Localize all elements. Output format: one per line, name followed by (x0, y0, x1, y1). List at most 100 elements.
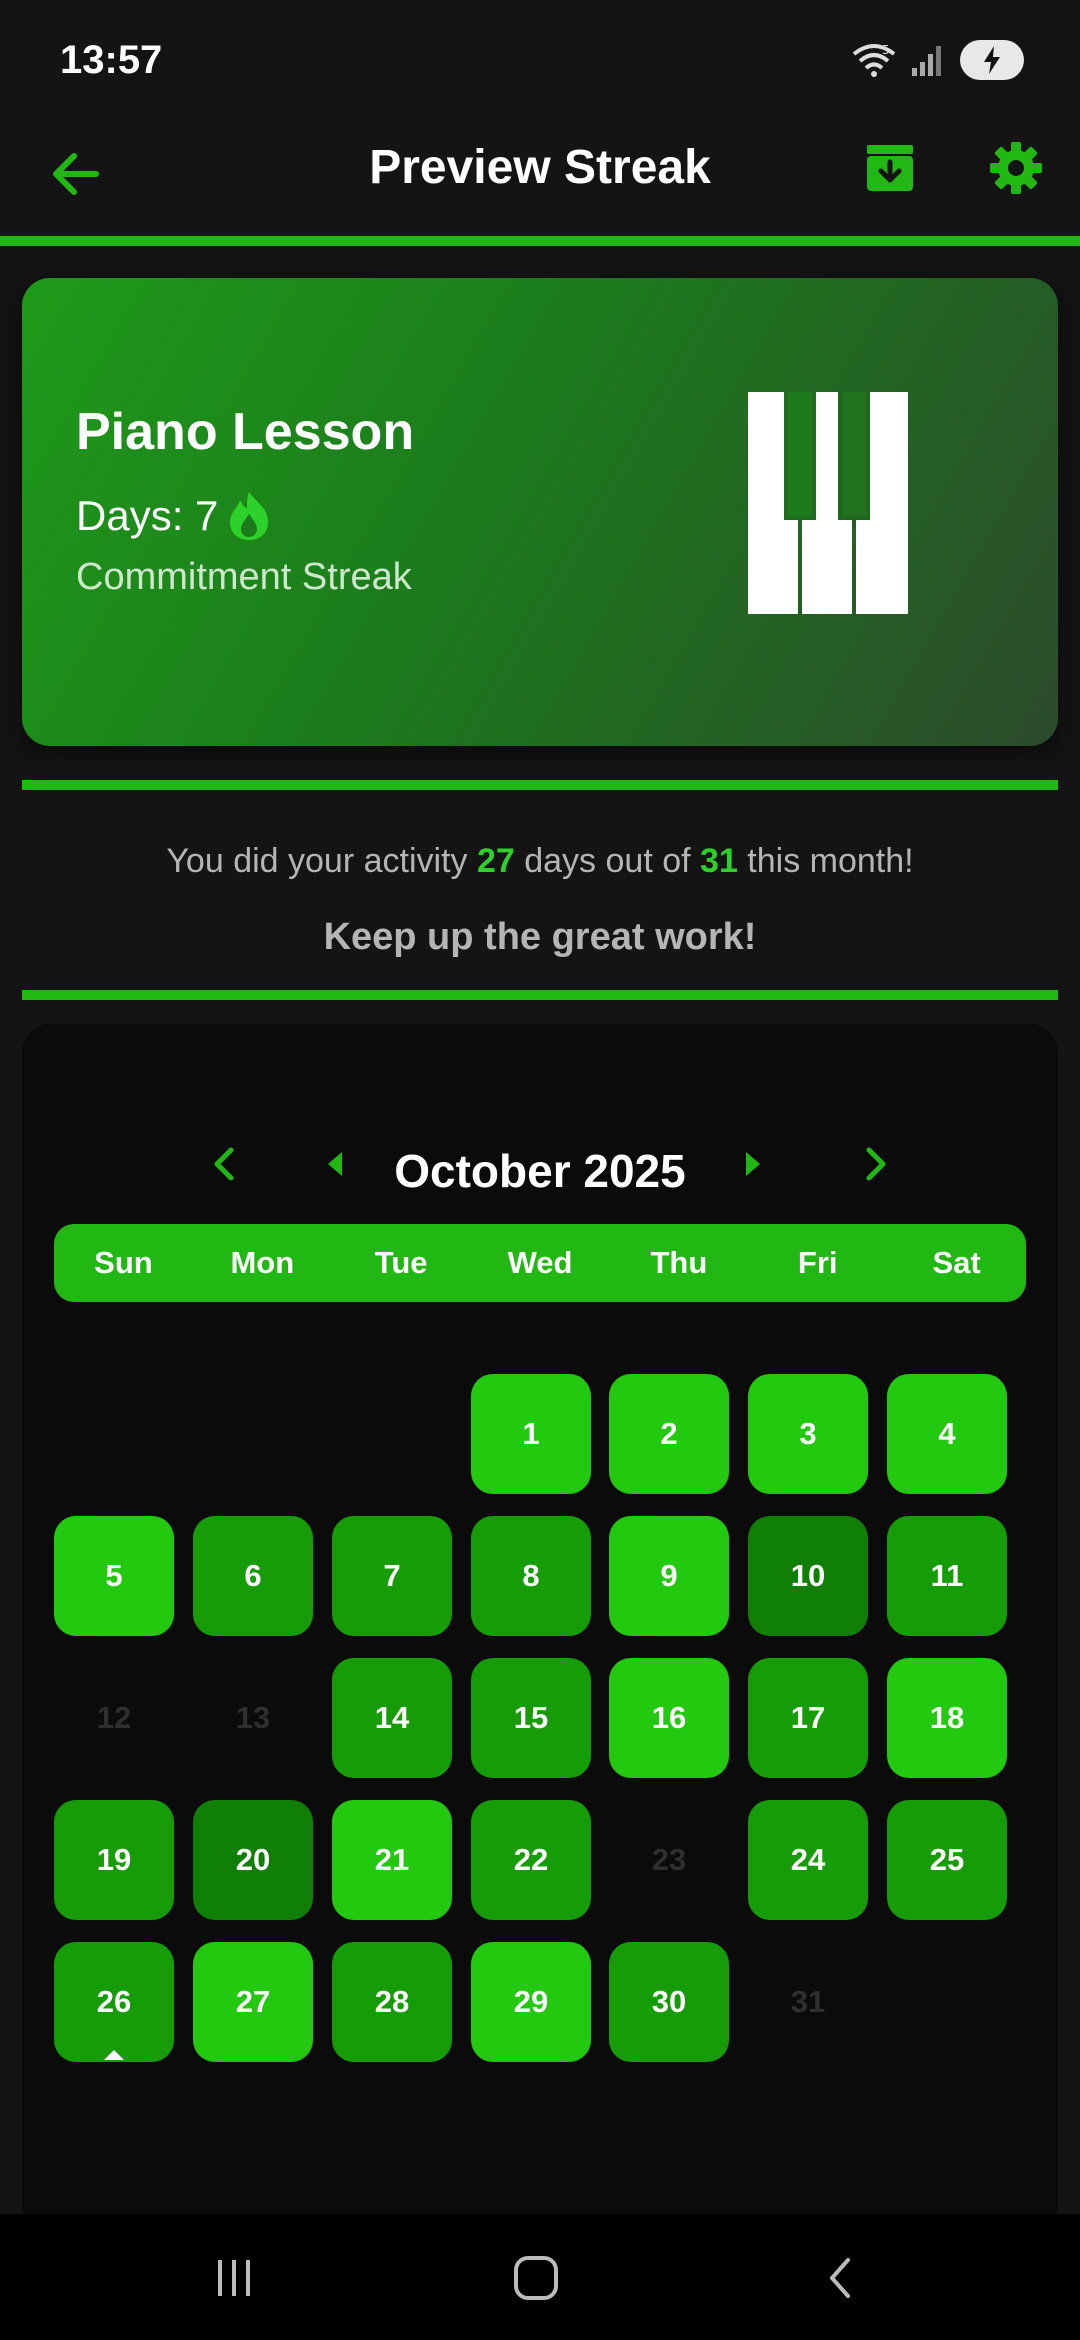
weekday-label: Sat (932, 1245, 981, 1280)
calendar-day-number: 31 (790, 1984, 826, 2019)
calendar-day-number: 18 (929, 1700, 965, 1735)
calendar-day[interactable]: 22 (471, 1800, 591, 1920)
weekday-label: Tue (374, 1245, 428, 1280)
calendar-day-number: 7 (383, 1558, 401, 1593)
calendar-day-number: 3 (799, 1416, 817, 1451)
streak-card[interactable]: Piano Lesson Days: 7 Commitment Streak (22, 278, 1058, 746)
calendar-day-number: 10 (790, 1558, 826, 1593)
calendar-day[interactable]: 13 (193, 1658, 313, 1778)
streak-type: Commitment Streak (76, 556, 412, 598)
app-bar-divider (0, 236, 1080, 246)
calendar-day[interactable]: 10 (748, 1516, 868, 1636)
calendar: October 2025 Sun Mon Tue Wed Thu Fri Sat… (22, 1024, 1058, 2340)
streak-days: Days: 7 (76, 490, 272, 542)
calendar-day[interactable]: 19 (54, 1800, 174, 1920)
calendar-day-number: 5 (105, 1558, 123, 1593)
done-count: 27 (476, 842, 515, 880)
calendar-day-number: 28 (374, 1984, 410, 2019)
calendar-day-number: 4 (938, 1416, 956, 1451)
calendar-day[interactable]: 29 (471, 1942, 591, 2062)
calendar-day[interactable]: 23 (609, 1800, 729, 1920)
calendar-day[interactable]: 30 (609, 1942, 729, 2062)
encouragement-text: Keep up the great work! (323, 916, 757, 958)
status-time: 13:57 (60, 38, 163, 82)
calendar-day[interactable]: 14 (332, 1658, 452, 1778)
chevron-right-icon (866, 1147, 886, 1181)
total-count: 31 (700, 842, 738, 880)
weekday-header: Sun Mon Tue Wed Thu Fri Sat (54, 1224, 1026, 1302)
calendar-day[interactable]: 20 (193, 1800, 313, 1920)
calendar-day[interactable]: 11 (887, 1516, 1007, 1636)
wifi-badge: 5 (882, 43, 890, 57)
calendar-day[interactable]: 7 (332, 1516, 452, 1636)
calendar-day-number: 2 (660, 1416, 678, 1451)
calendar-day[interactable]: 8 (471, 1516, 591, 1636)
next-year-button[interactable] (848, 1136, 904, 1192)
calendar-day-number: 29 (513, 1984, 549, 2019)
calendar-day[interactable]: 27 (193, 1942, 313, 2062)
calendar-day[interactable]: 4 (887, 1374, 1007, 1494)
calendar-day[interactable]: 31 (748, 1942, 868, 2062)
system-back-button[interactable] (800, 2250, 880, 2306)
calendar-day-number: 23 (651, 1842, 687, 1877)
calendar-day[interactable]: 18 (887, 1658, 1007, 1778)
recent-apps-button[interactable] (194, 2250, 274, 2306)
battery-icon (960, 40, 1024, 80)
calendar-day[interactable]: 26 (54, 1942, 174, 2062)
status-bar: 13:57 5 (0, 0, 1080, 120)
month-summary: You did your activity 27 days out of 31 … (0, 842, 1080, 881)
wifi-icon: 5 (852, 43, 896, 77)
weekday-label: Sun (94, 1245, 153, 1280)
calendar-day-number: 22 (513, 1842, 549, 1877)
summary-prefix: You did your activity (166, 842, 477, 880)
calendar-day-number: 1 (522, 1416, 540, 1451)
calendar-day[interactable]: 15 (471, 1658, 591, 1778)
recent-apps-icon (218, 2260, 250, 2296)
weekday-label: Mon (230, 1245, 295, 1280)
calendar-day[interactable]: 12 (54, 1658, 174, 1778)
calendar-day-number: 12 (96, 1700, 132, 1735)
triangle-right-icon (746, 1152, 760, 1176)
calendar-day[interactable]: 24 (748, 1800, 868, 1920)
summary-suffix: this month! (737, 842, 914, 880)
gear-icon (990, 142, 1042, 194)
archive-download-icon (867, 145, 913, 191)
settings-button[interactable] (988, 140, 1048, 200)
calendar-day-number: 6 (244, 1558, 262, 1593)
calendar-day-number: 8 (522, 1558, 540, 1593)
calendar-day-number: 15 (513, 1700, 549, 1735)
calendar-day[interactable]: 17 (748, 1658, 868, 1778)
calendar-nav: October 2025 (22, 1114, 1058, 1214)
calendar-day[interactable]: 9 (609, 1516, 729, 1636)
back-chevron-icon (830, 2258, 850, 2298)
calendar-day-number: 26 (96, 1984, 132, 2019)
calendar-day-number: 19 (96, 1842, 132, 1877)
calendar-day[interactable]: 28 (332, 1942, 452, 2062)
calendar-day[interactable]: 25 (887, 1800, 1007, 1920)
calendar-day[interactable]: 16 (609, 1658, 729, 1778)
app-bar: Preview Streak (0, 120, 1080, 236)
calendar-day[interactable]: 5 (54, 1516, 174, 1636)
calendar-day-number: 27 (235, 1984, 271, 2019)
today-indicator (104, 2050, 124, 2060)
next-month-button[interactable] (724, 1136, 780, 1192)
calendar-day[interactable]: 2 (609, 1374, 729, 1494)
calendar-day-number: 20 (235, 1842, 271, 1877)
calendar-day-number: 25 (929, 1842, 965, 1877)
calendar-day[interactable]: 21 (332, 1800, 452, 1920)
weekday-label: Fri (797, 1245, 838, 1280)
summary-middle: days out of (514, 842, 701, 880)
calendar-day-number: 14 (374, 1700, 410, 1735)
habit-name: Piano Lesson (76, 403, 415, 461)
system-nav-bar (0, 2214, 1080, 2340)
calendar-day-number: 17 (790, 1700, 826, 1735)
calendar-day-number: 16 (651, 1700, 687, 1735)
card-divider (22, 780, 1058, 790)
flame-icon (230, 492, 269, 540)
home-button[interactable] (496, 2250, 576, 2306)
calendar-day[interactable]: 1 (471, 1374, 591, 1494)
archive-button[interactable] (864, 142, 920, 198)
calendar-day-number: 30 (651, 1984, 687, 2019)
calendar-day[interactable]: 6 (193, 1516, 313, 1636)
calendar-day[interactable]: 3 (748, 1374, 868, 1494)
